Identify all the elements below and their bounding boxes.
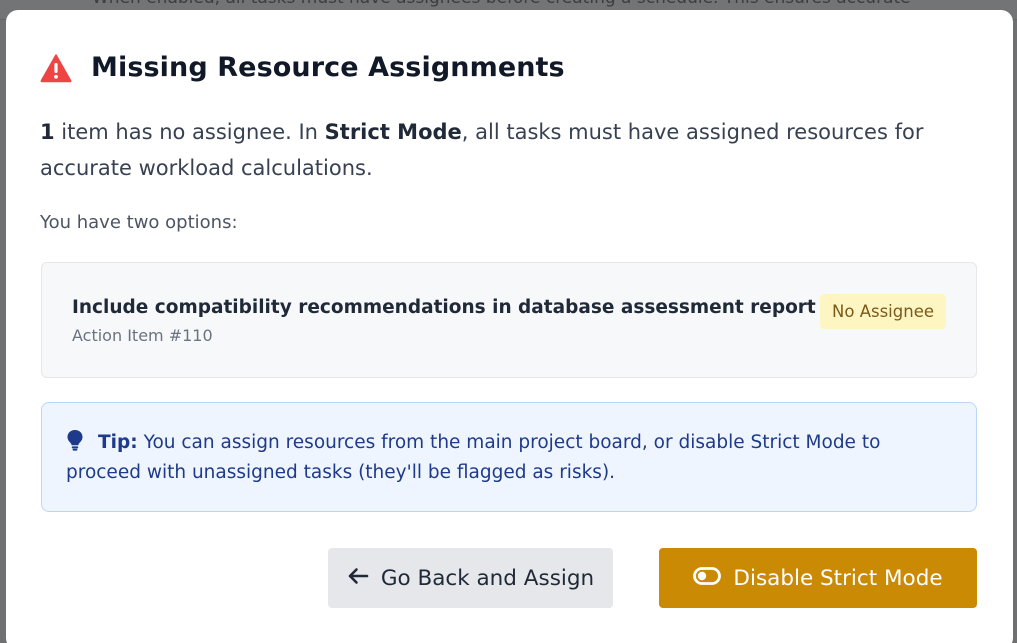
tip-content: Tip: You can assign resources from the ma… [66,428,946,488]
dialog-summary: 1 item has no assignee. In Strict Mode, … [40,114,940,186]
disable-button-label: Disable Strict Mode [733,565,943,591]
item-subtitle: Action Item #110 [72,326,213,345]
go-back-button-label: Go Back and Assign [380,565,595,591]
missing-count: 1 [40,120,55,144]
options-label: You have two options: [40,212,238,233]
tip-box: Tip: You can assign resources from the ma… [41,402,977,512]
arrow-left-icon [347,566,369,591]
toggle-icon [693,566,722,591]
item-title: Include compatibility recommendations in… [72,297,816,318]
missing-assignments-dialog: Missing Resource Assignments 1 item has … [6,10,1013,643]
no-assignee-badge: No Assignee [820,294,946,329]
disable-strict-mode-button[interactable]: Disable Strict Mode [659,548,977,608]
go-back-and-assign-button[interactable]: Go Back and Assign [328,548,613,608]
tip-text: You can assign resources from the main p… [66,432,881,483]
warning-triangle-icon [40,53,72,83]
dialog-title: Missing Resource Assignments [91,52,565,83]
lightbulb-icon [66,429,84,451]
tip-label: Tip: [98,432,138,453]
dialog-header: Missing Resource Assignments [40,52,565,83]
summary-text-a: item has no assignee. In [54,120,325,144]
background-text: When enabled, all tasks must have assign… [92,0,911,8]
strict-mode-label: Strict Mode [324,120,462,144]
unassigned-item-card: Include compatibility recommendations in… [41,262,977,378]
